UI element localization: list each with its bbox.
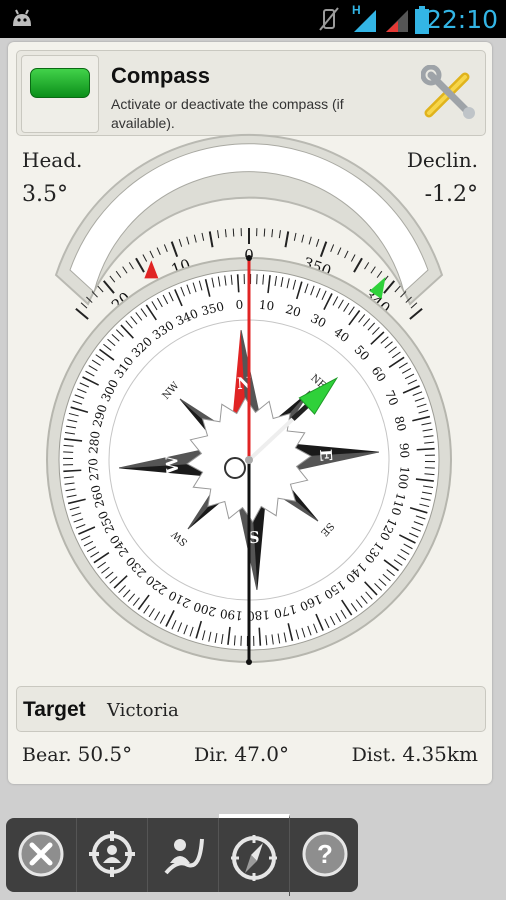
declination-tick: [344, 250, 349, 259]
distance-value: 4.35km: [402, 742, 478, 766]
signal-strength-icon: [386, 10, 408, 32]
dial-tick: [63, 464, 74, 466]
bearing-value: 50.5°: [77, 742, 133, 766]
declination-tick: [193, 234, 197, 243]
declination-tick: [163, 244, 168, 253]
direction-readout: Dir. 47.0°: [194, 742, 289, 766]
declination-tick: [224, 229, 227, 238]
declination-tick: [122, 266, 128, 274]
declination-tick: [376, 270, 383, 278]
vibrate-off-icon: [319, 7, 339, 31]
bottom-toolbar: ?: [6, 814, 360, 896]
bearing-readout: Bear. 50.5°: [22, 742, 132, 766]
declination-tick: [128, 262, 134, 270]
dial-tick: [258, 627, 262, 646]
dial-degree-label: 100: [395, 465, 412, 489]
compass-dial[interactable]: 2010035034001020304050607080901001101201…: [8, 42, 492, 682]
declination-tick: [149, 250, 154, 259]
declination-tick: [115, 270, 122, 278]
declination-tick: [364, 262, 370, 270]
target-value: Victoria: [107, 700, 179, 721]
declination-tick: [263, 228, 266, 237]
declination-tick: [208, 231, 214, 248]
target-field[interactable]: Target Victoria: [16, 686, 486, 732]
declination-tick: [337, 247, 342, 256]
lubber-line-bottom-dot: [246, 659, 252, 665]
declination-tick: [293, 232, 297, 241]
target-label: Target: [23, 698, 86, 721]
dial-degree-label: 10: [258, 298, 275, 314]
signal-icon: [354, 10, 376, 32]
rose-cardinal-label: E: [316, 449, 336, 462]
dial-tick: [63, 457, 74, 459]
declination-tick: [409, 307, 423, 320]
declination-tick: [383, 280, 396, 294]
compass-button[interactable]: [219, 814, 290, 896]
clock: 22:10: [425, 5, 498, 34]
route-person-button[interactable]: [148, 818, 219, 892]
status-bar: H 22:10: [0, 0, 506, 38]
route-person-icon: [164, 838, 204, 875]
declination-tick: [186, 236, 190, 245]
dial-tick: [424, 454, 435, 456]
dial-tick: [243, 274, 245, 285]
declination-tick: [156, 247, 161, 256]
dial-tick: [416, 447, 435, 451]
declination-tick: [109, 275, 116, 283]
dial-degree-label: 190: [219, 606, 243, 623]
lubber-line-top-dot: [246, 255, 252, 261]
needle-pivot: [224, 457, 246, 479]
help-button[interactable]: ?: [290, 818, 360, 892]
declination-tick: [201, 232, 205, 241]
declination-tick: [178, 238, 183, 247]
declination-tick: [271, 229, 274, 238]
bearing-label: Bear.: [22, 744, 72, 766]
declination-tick: [142, 254, 148, 262]
declination-tick: [135, 257, 145, 273]
dial-tick: [253, 635, 255, 646]
svg-text:?: ?: [317, 839, 333, 869]
declination-tick: [315, 238, 320, 247]
close-button[interactable]: [6, 818, 77, 892]
declination-tick: [75, 307, 89, 320]
close-icon: [18, 831, 64, 877]
declination-tick: [370, 266, 376, 274]
dial-tick: [424, 461, 435, 463]
declination-tick: [97, 285, 104, 293]
target-person-button[interactable]: [77, 818, 148, 892]
rose-cardinal-label: W: [162, 454, 182, 475]
direction-value: 47.0°: [234, 742, 289, 766]
dial-degree-label: 90: [397, 442, 412, 458]
target-person-icon: [89, 831, 135, 877]
declination-tick: [350, 254, 356, 262]
dial-degree-label: 280: [86, 430, 103, 454]
declination-tick: [301, 234, 305, 243]
declination-tick: [330, 244, 335, 253]
declination-tick: [102, 280, 115, 294]
declination-tick: [232, 228, 235, 237]
declination-tick: [394, 285, 401, 293]
compass-panel: Compass Activate or deactivate the compa…: [8, 42, 492, 784]
dial-degree-label: 0: [235, 298, 243, 312]
declination-tick: [170, 241, 179, 258]
declination-tick: [284, 231, 290, 248]
declination-tick: [278, 230, 281, 239]
declination-tick: [217, 230, 220, 239]
declination-tick: [353, 257, 363, 273]
dial-tick: [236, 274, 240, 293]
declination-tick: [319, 241, 328, 258]
dial-tick: [63, 469, 82, 473]
declination-tick: [308, 236, 312, 245]
dial-degree-label: 270: [86, 458, 101, 482]
heading-marker: [144, 260, 159, 279]
needle-hub: [245, 456, 253, 464]
distance-readout: Dist. 4.35km: [352, 742, 478, 766]
direction-label: Dir.: [194, 744, 229, 766]
distance-label: Dist.: [351, 744, 397, 766]
android-notification-icon: [13, 9, 31, 26]
compass-icon: [231, 835, 277, 881]
help-icon: ?: [302, 831, 348, 877]
